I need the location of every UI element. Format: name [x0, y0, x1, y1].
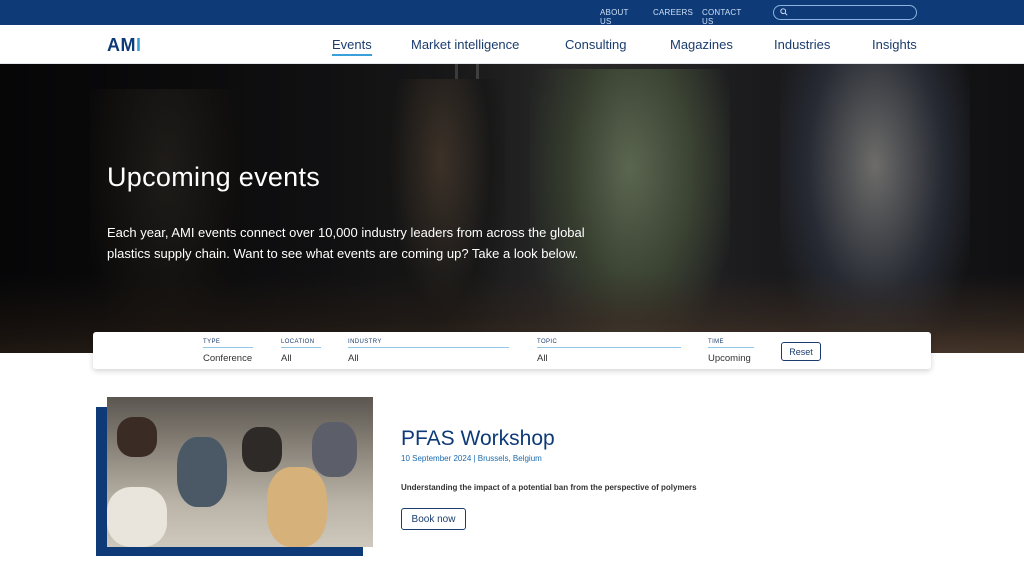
nav-item-magazines[interactable]: Magazines [670, 37, 733, 52]
contact-us-link[interactable]: CONTACT US [702, 8, 741, 26]
page-title: Upcoming events [107, 162, 321, 192]
filter-topic-value: All [537, 353, 548, 364]
event-image[interactable] [107, 397, 373, 547]
event-image-attendee [312, 422, 357, 477]
filter-time[interactable]: TIME Upcoming [708, 339, 754, 364]
book-now-button[interactable]: Book now [401, 508, 466, 530]
nav-item-industries[interactable]: Industries [774, 37, 830, 52]
ami-logo[interactable]: AMI [107, 35, 142, 56]
search-icon [780, 8, 788, 16]
about-us-link[interactable]: ABOUT US [600, 8, 628, 26]
search-input[interactable] [790, 7, 910, 18]
filter-type-label: TYPE [203, 339, 253, 348]
hero-description: Each year, AMI events connect over 10,00… [107, 225, 585, 261]
filter-type[interactable]: TYPE Conference [203, 339, 253, 364]
filter-industry[interactable]: INDUSTRY All [348, 339, 509, 364]
filter-topic-label: TOPIC [537, 339, 681, 348]
careers-link[interactable]: CAREERS [653, 8, 693, 17]
event-date-location: 10 September 2024 | Brussels, Belgium [401, 454, 542, 463]
event-image-attendee [117, 417, 157, 457]
nav-item-consulting[interactable]: Consulting [565, 37, 626, 52]
filter-location-value: All [281, 353, 292, 364]
filter-location[interactable]: LOCATION All [281, 339, 321, 364]
filter-time-label: TIME [708, 339, 754, 348]
event-description: Understanding the impact of a potential … [401, 483, 697, 492]
reset-filters-button[interactable]: Reset [781, 342, 821, 361]
event-image-attendee [107, 487, 167, 547]
filter-time-value: Upcoming [708, 353, 751, 364]
filter-location-label: LOCATION [281, 339, 321, 348]
search-box[interactable] [773, 5, 917, 20]
logo-text: AM [107, 35, 136, 55]
filter-industry-label: INDUSTRY [348, 339, 509, 348]
event-filter-bar: TYPE Conference LOCATION All INDUSTRY Al… [93, 332, 931, 369]
filter-industry-value: All [348, 353, 359, 364]
event-image-attendee [177, 437, 227, 507]
event-image-attendee [242, 427, 282, 472]
event-image-attendee [267, 467, 327, 547]
logo-text-accent: I [136, 35, 142, 55]
main-navigation: AMI Events Market intelligence Consultin… [0, 25, 1024, 64]
hero-banner: Upcoming events Each year, AMI events co… [0, 64, 1024, 353]
hero-overlay [0, 64, 620, 353]
nav-item-events[interactable]: Events [332, 37, 372, 56]
nav-item-insights[interactable]: Insights [872, 37, 917, 52]
event-title[interactable]: PFAS Workshop [401, 427, 555, 451]
nav-item-market-intelligence[interactable]: Market intelligence [411, 37, 519, 52]
top-utility-bar: ABOUT US CAREERS CONTACT US [0, 0, 1024, 26]
filter-topic[interactable]: TOPIC All [537, 339, 681, 364]
filter-type-value: Conference [203, 353, 253, 364]
